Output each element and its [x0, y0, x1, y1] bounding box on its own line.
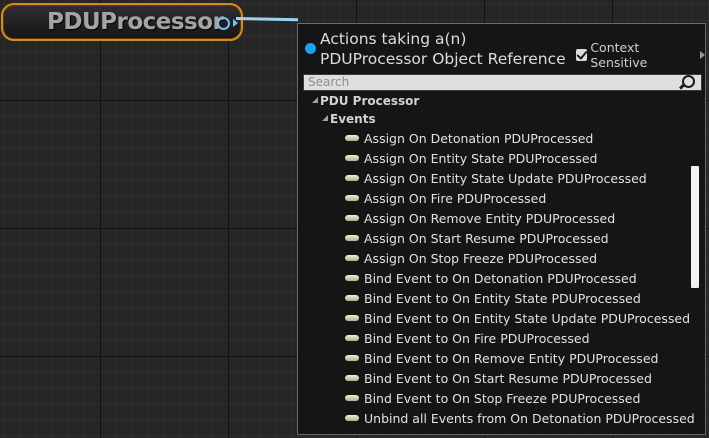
action-label: Assign On Start Resume PDUProcessed: [364, 230, 609, 246]
event-pill-icon: [345, 295, 359, 301]
action-list: Assign On Detonation PDUProcessed Assign…: [345, 128, 695, 428]
action-item[interactable]: Bind Event to On Remove Entity PDUProces…: [345, 348, 695, 368]
event-pill-icon: [345, 215, 359, 221]
action-item[interactable]: Assign On Entity State Update PDUProcess…: [345, 168, 695, 188]
event-pill-icon: [345, 355, 359, 361]
event-pill-icon: [345, 415, 359, 421]
search-input[interactable]: Search: [303, 74, 702, 91]
event-pill-icon: [345, 315, 359, 321]
category-events[interactable]: Events: [322, 112, 376, 126]
action-label: Bind Event to On Start Resume PDUProcess…: [364, 370, 652, 386]
category-label: PDU Processor: [320, 94, 420, 108]
action-label: Assign On Remove Entity PDUProcessed: [364, 210, 616, 226]
event-pill-icon: [345, 195, 359, 201]
object-reference-dot-icon: [305, 43, 316, 54]
context-sensitive-label: Context Sensitive: [590, 40, 648, 70]
pin-arrow-icon: [233, 19, 238, 27]
action-item[interactable]: Assign On Remove Entity PDUProcessed: [345, 208, 695, 228]
action-item[interactable]: Assign On Fire PDUProcessed: [345, 188, 695, 208]
action-item[interactable]: Bind Event to On Start Resume PDUProcess…: [345, 368, 695, 388]
action-label: Bind Event to On Entity State PDUProcess…: [364, 290, 641, 306]
pdu-processor-node[interactable]: PDUProcessor: [1, 3, 243, 41]
action-label: Assign On Stop Freeze PDUProcessed: [364, 250, 598, 266]
category-label: Events: [330, 112, 376, 126]
event-pill-icon: [345, 235, 359, 241]
event-pill-icon: [345, 395, 359, 401]
context-sensitive-checkbox[interactable]: [576, 49, 588, 61]
action-item[interactable]: Bind Event to On Detonation PDUProcessed: [345, 268, 695, 288]
event-pill-icon: [345, 175, 359, 181]
action-item[interactable]: Assign On Start Resume PDUProcessed: [345, 228, 695, 248]
action-label: Bind Event to On Remove Entity PDUProces…: [364, 350, 659, 366]
action-label: Bind Event to On Stop Freeze PDUProcesse…: [364, 390, 641, 406]
action-label: Bind Event to On Fire PDUProcessed: [364, 330, 590, 346]
category-pdu-processor[interactable]: PDU Processor: [312, 94, 419, 108]
action-item[interactable]: Assign On Detonation PDUProcessed: [345, 128, 695, 148]
scrollbar-thumb[interactable]: [691, 166, 699, 288]
action-item[interactable]: Bind Event to On Fire PDUProcessed: [345, 328, 695, 348]
event-pill-icon: [345, 375, 359, 381]
connection-wire: [235, 17, 299, 22]
event-pill-icon: [345, 335, 359, 341]
action-item[interactable]: Bind Event to On Stop Freeze PDUProcesse…: [345, 388, 695, 408]
object-pin-circle-icon[interactable]: [217, 17, 230, 30]
action-label: Unbind all Events from On Detonation PDU…: [364, 410, 695, 426]
action-label: Assign On Entity State PDUProcessed: [364, 150, 598, 166]
action-label: Assign On Fire PDUProcessed: [364, 190, 547, 206]
menu-header-title: Actions taking a(n) PDUProcessor Object …: [320, 30, 566, 68]
action-item[interactable]: Assign On Entity State PDUProcessed: [345, 148, 695, 168]
action-item[interactable]: Assign On Stop Freeze PDUProcessed: [345, 248, 695, 268]
action-label: Bind Event to On Entity State Update PDU…: [364, 310, 691, 326]
event-pill-icon: [345, 255, 359, 261]
action-menu: Actions taking a(n) PDUProcessor Object …: [297, 23, 706, 435]
action-label: Assign On Entity State Update PDUProcess…: [364, 170, 647, 186]
action-item[interactable]: Unbind all Events from On Detonation PDU…: [345, 408, 695, 428]
event-pill-icon: [345, 135, 359, 141]
context-sensitive-toggle[interactable]: Context Sensitive: [576, 40, 705, 70]
search-icon: [682, 75, 695, 88]
event-pill-icon: [345, 155, 359, 161]
action-label: Bind Event to On Detonation PDUProcessed: [364, 270, 637, 286]
action-label: Assign On Detonation PDUProcessed: [364, 130, 594, 146]
expanded-triangle-icon[interactable]: [322, 115, 328, 121]
expanded-triangle-icon[interactable]: [312, 97, 318, 103]
chevron-right-icon[interactable]: [700, 51, 705, 59]
action-item[interactable]: Bind Event to On Entity State Update PDU…: [345, 308, 695, 328]
event-pill-icon: [345, 275, 359, 281]
action-item[interactable]: Bind Event to On Entity State PDUProcess…: [345, 288, 695, 308]
node-title: PDUProcessor: [47, 9, 224, 35]
